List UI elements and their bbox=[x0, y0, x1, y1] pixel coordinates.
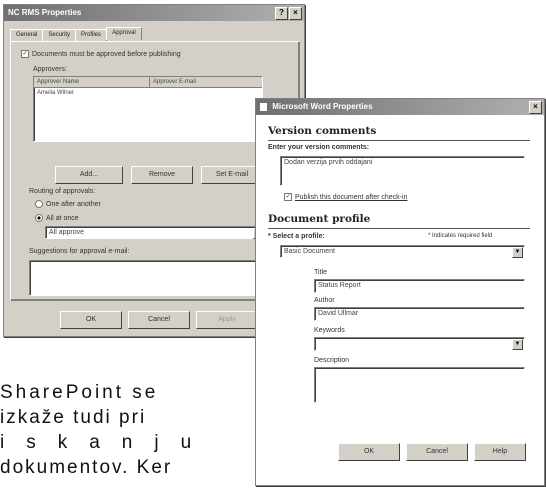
tab-approval[interactable]: Approval bbox=[106, 27, 142, 40]
close-icon[interactable]: × bbox=[289, 7, 302, 20]
cancel-button[interactable]: Cancel bbox=[128, 311, 190, 329]
window-title: Microsoft Word Properties bbox=[272, 102, 373, 111]
ok-button[interactable]: OK bbox=[60, 311, 122, 329]
routing-parallel-option[interactable]: All at once bbox=[35, 214, 79, 222]
publish-label: Publish this document after check-in bbox=[295, 193, 408, 201]
table-row[interactable]: Amelia Wilner bbox=[34, 88, 262, 98]
chevron-down-icon[interactable]: ▼ bbox=[512, 247, 523, 258]
version-heading: Version comments bbox=[268, 125, 377, 137]
select-profile-label: * Select a profile: bbox=[268, 233, 325, 240]
document-icon bbox=[260, 102, 267, 111]
routing-serial-option[interactable]: One after another bbox=[35, 200, 101, 208]
approvers-list[interactable]: Approver Name Approver E-mail Amelia Wil… bbox=[33, 76, 263, 142]
title-bar[interactable]: Microsoft Word Properties × bbox=[256, 99, 544, 115]
remove-approver-button[interactable]: Remove bbox=[131, 166, 193, 184]
article-line: dokumentov. Ker bbox=[0, 457, 173, 478]
chevron-down-icon[interactable]: ▼ bbox=[512, 339, 523, 350]
divider bbox=[268, 228, 530, 229]
close-icon[interactable]: × bbox=[529, 101, 542, 114]
serial-label: One after another bbox=[46, 200, 101, 208]
parallel-label: All at once bbox=[46, 214, 79, 222]
title-label: Title bbox=[314, 269, 327, 276]
author-input[interactable]: David Ullmar bbox=[314, 307, 525, 321]
approvers-header: Approver Name Approver E-mail bbox=[34, 77, 262, 88]
parallel-select-value: All approve bbox=[49, 229, 85, 236]
title-input[interactable]: Status Report bbox=[314, 279, 525, 293]
profile-select-value: Basic Document bbox=[284, 248, 335, 255]
required-note: * Indicates required field bbox=[428, 233, 493, 239]
profile-select[interactable]: Basic Document ▼ bbox=[280, 245, 525, 258]
parallel-select[interactable]: All approve ▼ bbox=[45, 226, 266, 239]
version-comments-value: Dodan verzija prvih oddajani bbox=[284, 159, 373, 166]
author-value: David Ullmar bbox=[318, 310, 359, 317]
suggestions-textarea[interactable] bbox=[29, 260, 266, 296]
column-approver-email[interactable]: Approver E-mail bbox=[150, 77, 196, 87]
set-email-button[interactable]: Set E-mail bbox=[201, 166, 263, 184]
article-line: SharePoint se bbox=[0, 382, 159, 403]
parallel-radio[interactable] bbox=[35, 214, 43, 222]
apply-button[interactable]: Apply bbox=[196, 311, 258, 329]
article-text: SharePoint se izkaže tudi pri iskanju do… bbox=[0, 380, 240, 480]
publish-option[interactable]: ✓ Publish this document after check-in bbox=[284, 193, 407, 201]
ok-button[interactable]: OK bbox=[338, 443, 400, 461]
require-approval-label: Documents must be approved before publis… bbox=[32, 50, 181, 58]
keywords-select[interactable]: ▼ bbox=[314, 337, 525, 351]
require-approval-checkbox[interactable]: ✓ bbox=[21, 50, 29, 58]
help-icon[interactable]: ? bbox=[275, 7, 288, 20]
help-button[interactable]: Help bbox=[474, 443, 526, 461]
version-comments-input[interactable]: Dodan verzija prvih oddajani bbox=[280, 156, 525, 186]
window-title: NC RMS Properties bbox=[8, 8, 82, 17]
approver-name-cell: Amelia Wilner bbox=[37, 90, 75, 96]
suggestions-label: Suggestions for approval e-mail: bbox=[29, 248, 130, 255]
approvers-label: Approvers: bbox=[33, 66, 67, 73]
divider bbox=[268, 140, 530, 141]
article-line: izkaže tudi pri bbox=[0, 407, 147, 428]
keywords-label: Keywords bbox=[314, 327, 345, 334]
title-bar[interactable]: NC RMS Properties ? × bbox=[4, 5, 304, 21]
publish-checkbox[interactable]: ✓ bbox=[284, 193, 292, 201]
author-label: Author bbox=[314, 297, 335, 304]
description-textarea[interactable] bbox=[314, 367, 525, 403]
add-approver-button[interactable]: Add... bbox=[55, 166, 123, 184]
version-prompt: Enter your version comments: bbox=[268, 144, 370, 151]
column-approver-name[interactable]: Approver Name bbox=[34, 77, 150, 87]
cancel-button[interactable]: Cancel bbox=[406, 443, 468, 461]
document-profile-window: Microsoft Word Properties × Version comm… bbox=[255, 98, 545, 486]
serial-radio[interactable] bbox=[35, 200, 43, 208]
article-line: iskanju bbox=[0, 432, 214, 453]
require-approval-option[interactable]: ✓ Documents must be approved before publi… bbox=[21, 50, 181, 58]
description-label: Description bbox=[314, 357, 350, 364]
profile-heading: Document profile bbox=[268, 213, 371, 225]
title-value: Status Report bbox=[318, 282, 361, 289]
routing-label: Routing of approvals: bbox=[29, 188, 96, 195]
